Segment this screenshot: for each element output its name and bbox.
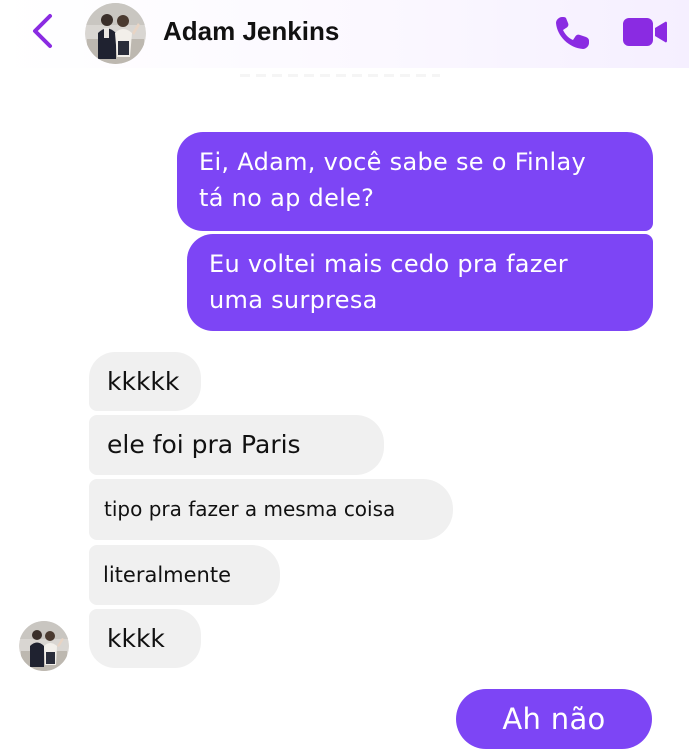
message-text: Ah não [502, 702, 606, 736]
sent-message[interactable]: Ah não [456, 689, 652, 749]
phone-icon[interactable] [553, 14, 593, 52]
contact-name: Adam Jenkins [163, 16, 340, 46]
chevron-left-icon[interactable] [28, 12, 58, 50]
video-camera-icon[interactable] [621, 15, 669, 49]
message-text: kkkkk [107, 367, 180, 396]
received-message[interactable]: kkkkk [89, 352, 201, 411]
avatar[interactable] [19, 621, 69, 671]
message-text-line: Eu voltei mais cedo pra fazer [209, 250, 568, 278]
received-message[interactable]: ele foi pra Paris [89, 415, 384, 475]
received-message[interactable]: literalmente [89, 545, 280, 605]
message-text-line: tá no ap dele? [199, 184, 375, 212]
message-text-line: uma surpresa [209, 286, 378, 314]
message-text: literalmente [103, 563, 231, 587]
message-text-line: Ei, Adam, você sabe se o Finlay [199, 148, 587, 176]
chat-header: Adam Jenkins [0, 0, 689, 68]
received-message[interactable]: tipo pra fazer a mesma coisa [89, 479, 453, 540]
avatar[interactable] [85, 3, 146, 64]
divider [240, 74, 440, 77]
message-text: ele foi pra Paris [107, 430, 301, 459]
received-message[interactable]: kkkk [89, 609, 201, 668]
message-text: kkkk [107, 624, 165, 653]
sent-message[interactable]: Eu voltei mais cedo pra fazer uma surpre… [187, 234, 653, 331]
message-text: tipo pra fazer a mesma coisa [104, 497, 396, 521]
sent-message[interactable]: Ei, Adam, você sabe se o Finlay tá no ap… [177, 132, 653, 231]
